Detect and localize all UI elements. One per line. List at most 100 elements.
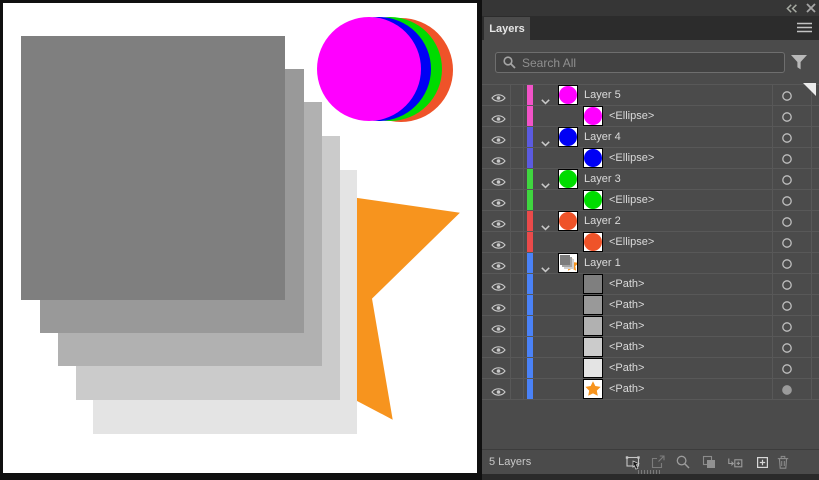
expand-chevron-icon[interactable] — [541, 134, 550, 140]
visibility-eye-icon[interactable] — [491, 300, 506, 310]
target-circle-icon[interactable] — [781, 215, 793, 227]
object-row[interactable]: <Path> — [482, 358, 819, 379]
layer-thumbnail[interactable] — [558, 85, 578, 105]
layer-thumbnail[interactable] — [558, 253, 578, 273]
layer-thumbnail[interactable] — [583, 190, 603, 210]
object-row[interactable]: <Ellipse> — [482, 190, 819, 211]
object-name[interactable]: <Path> — [609, 299, 644, 311]
square-path-1[interactable] — [21, 36, 285, 300]
object-row[interactable]: <Path> — [482, 337, 819, 358]
close-panel-icon[interactable] — [806, 3, 816, 13]
search-input[interactable] — [495, 52, 785, 73]
target-circle-icon[interactable] — [781, 299, 793, 311]
visibility-eye-icon[interactable] — [491, 237, 506, 247]
make-clipping-mask-button[interactable] — [700, 454, 718, 472]
target-circle-icon[interactable] — [781, 341, 793, 353]
visibility-eye-icon[interactable] — [491, 174, 506, 184]
object-row[interactable]: <Path> — [482, 379, 819, 400]
layer-name[interactable]: Layer 4 — [584, 131, 621, 143]
layer-thumbnail[interactable] — [583, 232, 603, 252]
target-circle-icon[interactable] — [781, 320, 793, 332]
expand-chevron-icon[interactable] — [541, 218, 550, 224]
object-name[interactable]: <Path> — [609, 362, 644, 374]
tab-layers[interactable]: Layers — [484, 17, 530, 40]
collapse-panel-icon[interactable] — [786, 4, 798, 13]
object-name[interactable]: <Ellipse> — [609, 152, 654, 164]
layer-color-bar — [527, 337, 533, 357]
expand-chevron-icon[interactable] — [541, 92, 550, 98]
visibility-eye-icon[interactable] — [491, 195, 506, 205]
object-name[interactable]: <Ellipse> — [609, 194, 654, 206]
visibility-eye-icon[interactable] — [491, 384, 506, 394]
object-name[interactable]: <Path> — [609, 278, 644, 290]
layer-row[interactable]: Layer 3 — [482, 169, 819, 190]
target-circle-icon[interactable] — [781, 89, 793, 101]
artboard-canvas[interactable] — [0, 0, 483, 480]
layer-name[interactable]: Layer 3 — [584, 173, 621, 185]
filter-funnel-icon[interactable] — [791, 55, 807, 70]
layer-thumbnail[interactable] — [583, 274, 603, 294]
panel-statusbar: 5 Layers — [482, 449, 819, 475]
layer-thumbnail[interactable] — [583, 295, 603, 315]
object-row[interactable]: <Ellipse> — [482, 148, 819, 169]
object-name[interactable]: <Ellipse> — [609, 110, 654, 122]
layer-thumbnail[interactable] — [583, 106, 603, 126]
create-new-sublayer-button[interactable] — [726, 454, 744, 472]
target-circle-icon[interactable] — [781, 362, 793, 374]
visibility-eye-icon[interactable] — [491, 111, 506, 121]
object-name[interactable]: <Path> — [609, 383, 644, 395]
layer-name[interactable]: Layer 5 — [584, 89, 621, 101]
visibility-eye-icon[interactable] — [491, 363, 506, 373]
visibility-eye-icon[interactable] — [491, 258, 506, 268]
target-circle-icon[interactable] — [781, 383, 793, 395]
object-name[interactable]: <Path> — [609, 320, 644, 332]
object-name[interactable]: <Ellipse> — [609, 236, 654, 248]
layer-row[interactable]: Layer 5 — [482, 85, 819, 106]
visibility-eye-icon[interactable] — [491, 153, 506, 163]
layer-name[interactable]: Layer 1 — [584, 257, 621, 269]
visibility-eye-icon[interactable] — [491, 279, 506, 289]
panel-menu-icon[interactable] — [797, 22, 812, 33]
locate-object-button[interactable] — [674, 454, 692, 472]
delete-selection-button[interactable] — [774, 454, 792, 472]
target-circle-icon[interactable] — [781, 194, 793, 206]
create-new-layer-button[interactable] — [753, 454, 771, 472]
layer-row[interactable]: Layer 2 — [482, 211, 819, 232]
target-circle-icon[interactable] — [781, 257, 793, 269]
object-row[interactable]: <Ellipse> — [482, 232, 819, 253]
visibility-eye-icon[interactable] — [491, 216, 506, 226]
layer-thumbnail[interactable] — [558, 169, 578, 189]
target-circle-icon[interactable] — [781, 131, 793, 143]
target-circle-icon[interactable] — [781, 110, 793, 122]
layer-count-label: 5 Layers — [489, 456, 531, 468]
layer-thumbnail[interactable] — [583, 379, 603, 399]
layer-thumbnail[interactable] — [558, 127, 578, 147]
target-circle-icon[interactable] — [781, 236, 793, 248]
visibility-eye-icon[interactable] — [491, 321, 506, 331]
layer-row[interactable]: Layer 4 — [482, 127, 819, 148]
object-row[interactable]: <Ellipse> — [482, 106, 819, 127]
layer-thumbnail[interactable] — [583, 148, 603, 168]
layer-name[interactable]: Layer 2 — [584, 215, 621, 227]
visibility-eye-icon[interactable] — [491, 132, 506, 142]
layer-color-bar — [527, 274, 533, 294]
layer-thumbnail[interactable] — [558, 211, 578, 231]
object-row[interactable]: <Path> — [482, 295, 819, 316]
column-divider — [772, 85, 773, 400]
layer-thumbnail[interactable] — [583, 358, 603, 378]
expand-chevron-icon[interactable] — [541, 176, 550, 182]
ellipse-magenta[interactable] — [317, 17, 421, 121]
expand-chevron-icon[interactable] — [541, 260, 550, 266]
layer-thumbnail[interactable] — [583, 316, 603, 336]
layer-thumbnail[interactable] — [583, 337, 603, 357]
target-circle-icon[interactable] — [781, 278, 793, 290]
object-row[interactable]: <Path> — [482, 316, 819, 337]
object-row[interactable]: <Path> — [482, 274, 819, 295]
panel-tabbar: Layers — [482, 16, 819, 40]
target-circle-icon[interactable] — [781, 173, 793, 185]
layer-row[interactable]: Layer 1 — [482, 253, 819, 274]
visibility-eye-icon[interactable] — [491, 342, 506, 352]
object-name[interactable]: <Path> — [609, 341, 644, 353]
visibility-eye-icon[interactable] — [491, 90, 506, 100]
target-circle-icon[interactable] — [781, 152, 793, 164]
